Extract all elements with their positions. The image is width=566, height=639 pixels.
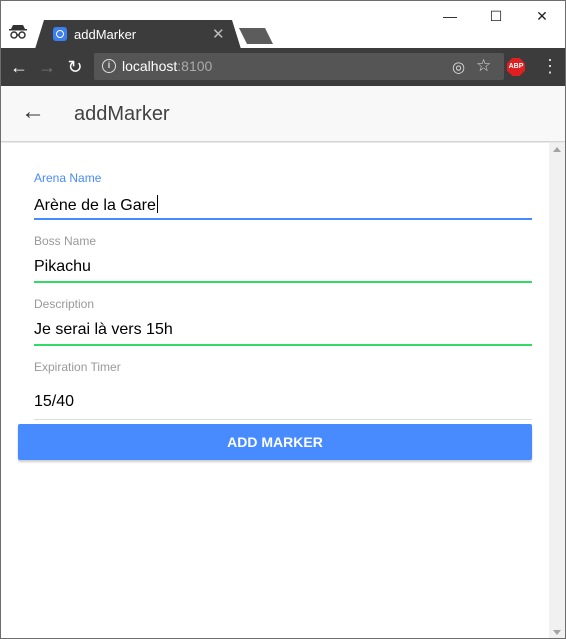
- arena-name-underline: [34, 218, 532, 220]
- tab-strip: addMarker ✕ — ☐ ✕: [1, 1, 565, 49]
- arena-name-label: Arena Name: [34, 171, 102, 185]
- browser-toolbar: ← → ↻ i localhost:8100 ◎ ☆ ABP ⋮: [1, 48, 565, 86]
- page-title: addMarker: [74, 103, 170, 125]
- favicon-icon: [53, 27, 67, 41]
- url-port: :8100: [177, 58, 213, 74]
- location-icon[interactable]: ◎: [452, 58, 465, 76]
- arena-name-value: Arène de la Gare: [34, 197, 156, 214]
- boss-name-underline: [34, 281, 532, 283]
- scroll-up-icon[interactable]: [553, 147, 561, 152]
- minimize-icon[interactable]: —: [427, 5, 473, 27]
- window-close-icon[interactable]: ✕: [519, 5, 565, 27]
- description-field[interactable]: Description Je serai là vers 15h: [34, 297, 532, 346]
- expiration-timer-label: Expiration Timer: [34, 360, 121, 374]
- close-tab-icon[interactable]: ✕: [212, 25, 225, 43]
- star-icon[interactable]: ☆: [476, 56, 491, 76]
- menu-icon[interactable]: ⋮: [541, 56, 559, 77]
- arena-name-input[interactable]: Arène de la Gare: [34, 195, 532, 215]
- incognito-icon: [9, 25, 27, 39]
- address-bar[interactable]: i localhost:8100 ◎ ☆: [94, 53, 504, 80]
- reload-icon[interactable]: ↻: [65, 57, 85, 77]
- expiration-timer-select[interactable]: 15/40: [34, 393, 532, 411]
- back-icon[interactable]: ←: [9, 57, 29, 77]
- tab-addmarker[interactable]: addMarker ✕: [35, 20, 241, 49]
- boss-name-field[interactable]: Boss Name Pikachu: [34, 234, 532, 283]
- adblock-icon[interactable]: ABP: [507, 58, 525, 76]
- expiration-timer-field[interactable]: Expiration Timer 15/40: [34, 360, 532, 420]
- text-cursor: [156, 195, 158, 213]
- boss-name-label: Boss Name: [34, 234, 97, 248]
- description-input[interactable]: Je serai là vers 15h: [34, 321, 532, 339]
- description-label: Description: [34, 297, 95, 311]
- scrollbar[interactable]: [549, 143, 565, 638]
- scroll-down-icon[interactable]: [553, 630, 561, 635]
- info-icon[interactable]: i: [102, 59, 116, 73]
- arena-name-field[interactable]: Arena Name Arène de la Gare: [34, 171, 532, 220]
- url-text: localhost:8100: [122, 58, 212, 74]
- maximize-icon[interactable]: ☐: [473, 5, 519, 27]
- url-host: localhost: [122, 58, 178, 74]
- form-content: Arena Name Arène de la Gare Boss Name Pi…: [1, 143, 549, 638]
- add-marker-button[interactable]: ADD MARKER: [18, 424, 532, 460]
- description-underline: [34, 344, 532, 346]
- browser-window: addMarker ✕ — ☐ ✕ ← → ↻ i localhost:8100…: [0, 0, 566, 639]
- back-arrow-icon[interactable]: ←: [21, 98, 45, 126]
- new-tab-button[interactable]: [239, 28, 273, 44]
- forward-icon[interactable]: →: [37, 57, 57, 77]
- boss-name-input[interactable]: Pikachu: [34, 258, 532, 276]
- expiration-timer-underline: [34, 419, 532, 420]
- app-header: ← addMarker: [1, 86, 565, 142]
- tab-title: addMarker: [74, 27, 137, 42]
